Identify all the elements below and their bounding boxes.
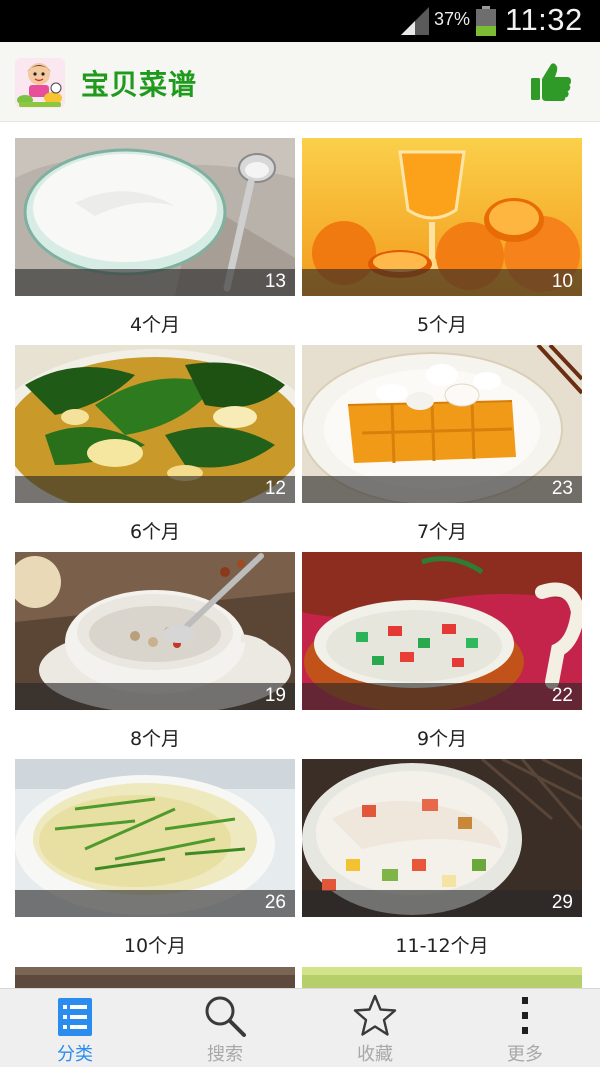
mango-plate-image: 23 — [302, 345, 582, 503]
nav-label: 分类 — [57, 1044, 93, 1065]
recipe-count: 19 — [264, 685, 286, 706]
yogurt-bowl-image: 13 — [15, 138, 295, 296]
recipe-count: 12 — [264, 478, 286, 499]
category-label: 10个月 — [123, 935, 187, 957]
category-card-partial[interactable] — [302, 967, 582, 988]
app-logo — [15, 58, 65, 108]
category-label: 4个月 — [129, 314, 181, 336]
nav-tab-category[interactable]: 分类 — [0, 989, 150, 1067]
thumbs-up-icon[interactable] — [530, 62, 572, 102]
category-label: 11-12个月 — [395, 935, 489, 957]
recipe-count: 10 — [551, 271, 573, 292]
clock: 11:32 — [505, 2, 583, 37]
nav-tab-search[interactable]: 搜索 — [150, 989, 300, 1067]
category-card-11-12-months[interactable]: 29 11-12个月 — [302, 759, 582, 958]
spinach-soup-image: 12 — [15, 345, 295, 503]
category-card-5-months[interactable]: 10 5个月 — [302, 138, 582, 337]
signal-icon — [401, 7, 429, 35]
more-icon — [522, 997, 528, 1034]
category-card-partial[interactable] — [15, 967, 295, 988]
category-card-7-months[interactable]: 23 7个月 — [302, 345, 582, 544]
category-label: 7个月 — [416, 521, 468, 543]
noodle-vegetable-bowl-image: 29 — [302, 759, 582, 917]
recipe-count: 26 — [264, 892, 286, 913]
category-card-4-months[interactable]: 13 4个月 — [15, 138, 295, 337]
category-label: 8个月 — [129, 728, 181, 750]
category-grid: 13 4个月 10 5个月 12 6个月 23 7个月 19 8个月 22 9个… — [0, 122, 600, 988]
food-image — [15, 967, 295, 988]
bottom-navigation: 分类 搜索 收藏 更多 — [0, 988, 600, 1067]
status-bar: 37% 11:32 — [0, 0, 600, 42]
category-label: 9个月 — [416, 728, 468, 750]
list-icon — [58, 998, 92, 1036]
recipe-count: 23 — [551, 478, 573, 499]
scallion-congee-image: 26 — [15, 759, 295, 917]
food-image — [302, 967, 582, 988]
category-card-8-months[interactable]: 19 8个月 — [15, 552, 295, 751]
battery-icon — [476, 6, 496, 36]
nav-tab-more[interactable]: 更多 — [450, 989, 600, 1067]
recipe-count: 13 — [264, 271, 286, 292]
category-card-9-months[interactable]: 22 9个月 — [302, 552, 582, 751]
category-card-10-months[interactable]: 26 10个月 — [15, 759, 295, 958]
nav-label: 搜索 — [207, 1044, 243, 1065]
category-card-6-months[interactable]: 12 6个月 — [15, 345, 295, 544]
app-title: 宝贝菜谱 — [81, 68, 198, 101]
sweet-soup-cup-image: 19 — [15, 552, 295, 710]
nav-label: 收藏 — [357, 1044, 393, 1065]
category-label: 5个月 — [416, 314, 468, 336]
battery-percent: 37% — [434, 9, 471, 29]
vegetable-congee-image: 22 — [302, 552, 582, 710]
orange-juice-image: 10 — [302, 138, 582, 296]
nav-label: 更多 — [507, 1044, 543, 1065]
star-icon — [353, 994, 397, 1036]
category-label: 6个月 — [129, 521, 181, 543]
recipe-count: 29 — [551, 892, 573, 913]
search-icon — [205, 996, 246, 1037]
app-bar: 宝贝菜谱 — [0, 42, 600, 122]
recipe-count: 22 — [551, 685, 573, 706]
nav-tab-favorites[interactable]: 收藏 — [300, 989, 450, 1067]
